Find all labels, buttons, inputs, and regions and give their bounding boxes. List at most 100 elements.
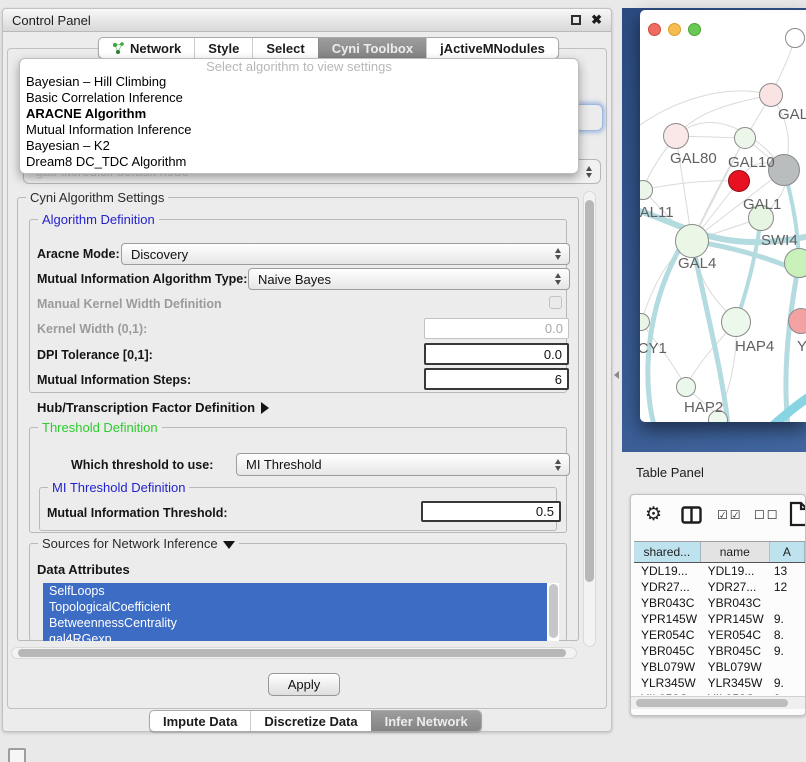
network-node-bright-green[interactable] (784, 248, 806, 278)
dropdown-item[interactable]: Mutual Information Inference (20, 122, 578, 138)
mi-steps-label: Mutual Information Steps: (37, 373, 191, 387)
aracne-mode-label: Aracne Mode: (37, 247, 120, 261)
table-hscrollbar[interactable] (631, 696, 805, 709)
network-node-gal80[interactable] (663, 123, 689, 149)
settings-vscrollbar[interactable] (583, 191, 596, 647)
table-row[interactable]: YER054C YER054C 8. (634, 627, 805, 643)
network-node-gal10[interactable] (734, 127, 756, 149)
sources-group-toggle[interactable]: Sources for Network Inference (38, 536, 239, 551)
close-icon[interactable]: ✖ (591, 15, 602, 25)
tab-label: Infer Network (385, 714, 468, 729)
tab-network[interactable]: Network (99, 38, 194, 58)
network-node-hap4[interactable] (721, 307, 751, 337)
dropdown-item[interactable]: Dream8 DC_TDC Algorithm (20, 154, 578, 170)
table-cell: YDR27... (701, 579, 770, 595)
dropdown-item[interactable]: Basic Correlation Inference (20, 90, 578, 106)
dpi-tolerance-field[interactable] (424, 343, 569, 365)
zoom-traffic-icon[interactable] (688, 23, 701, 36)
select-all-checkboxes-icon[interactable]: ☑☑ (717, 508, 743, 522)
aracne-mode-combobox[interactable]: Discovery (121, 243, 570, 265)
tab-impute-data[interactable]: Impute Data (150, 711, 250, 731)
stepper-icon (550, 273, 565, 285)
settings-hscrollbar[interactable] (11, 647, 577, 659)
float-window-icon[interactable] (571, 15, 581, 25)
deselect-all-checkboxes-icon[interactable]: ☐☐ (754, 508, 780, 522)
tab-label: Network (130, 41, 181, 56)
tab-jactivemnodules[interactable]: jActiveMNodules (426, 38, 558, 58)
control-panel-window: Control Panel ✖ galFiltered.sif default … (2, 8, 612, 732)
combobox-value: MI Threshold (237, 457, 550, 472)
apply-button[interactable]: Apply (268, 673, 340, 696)
settings-hscrollbar-thumb[interactable] (18, 649, 566, 657)
table-cell: YBR043C (634, 595, 701, 611)
table-row[interactable]: YLR345W YLR345W 9. (634, 675, 805, 691)
table-row[interactable]: YIL052C YIL052C 9 (634, 691, 805, 695)
network-node-gal1-selected[interactable] (728, 170, 750, 192)
focused-combobox-fragment[interactable] (575, 104, 603, 131)
attribute-item-selected[interactable]: SelfLoops (43, 583, 547, 599)
dropdown-item[interactable]: Bayesian – K2 (20, 138, 578, 154)
table-row[interactable]: YBR043C YBR043C (634, 595, 805, 611)
dropdown-hint: Select algorithm to view settings (20, 59, 578, 74)
column-header-partial[interactable]: A (770, 542, 805, 562)
table-header-row: shared... name A (634, 541, 805, 563)
table-cell: 9 (770, 691, 805, 695)
control-panel-titlebar: Control Panel ✖ (3, 9, 611, 32)
network-node-hap2[interactable] (676, 377, 696, 397)
manual-kernel-checkbox[interactable] (549, 296, 562, 309)
dpi-tolerance-label: DPI Tolerance [0,1]: (37, 348, 153, 362)
table-row[interactable]: YBR045C YBR045C 9. (634, 643, 805, 659)
mi-type-combobox[interactable]: Naive Bayes (248, 268, 570, 290)
expand-right-icon (261, 402, 269, 414)
which-threshold-combobox[interactable]: MI Threshold (236, 453, 570, 476)
close-traffic-icon[interactable] (648, 23, 661, 36)
collapse-down-icon (223, 541, 235, 549)
tab-cyni-toolbox[interactable]: Cyni Toolbox (318, 38, 426, 58)
column-header-name[interactable]: name (701, 542, 770, 562)
table-hscrollbar-thumb[interactable] (636, 699, 788, 707)
table-row[interactable]: YDL19... YDL19... 13 (634, 563, 805, 579)
attribute-item-selected[interactable]: gal4RGexp (43, 631, 547, 641)
node-label: SWI4 (761, 232, 798, 249)
dropdown-item[interactable]: Bayesian – Hill Climbing (20, 74, 578, 90)
table-row[interactable]: YBL079W YBL079W (634, 659, 805, 675)
attribute-item-selected[interactable]: BetweennessCentrality (43, 615, 547, 631)
tab-label: Impute Data (163, 714, 237, 729)
table-cell: YLR345W (701, 675, 770, 691)
tab-infer-network[interactable]: Infer Network (371, 711, 481, 731)
stepper-icon (550, 248, 565, 260)
mi-threshold-field[interactable] (421, 501, 561, 522)
hub-definition-toggle[interactable]: Hub/Transcription Factor Definition (37, 400, 269, 415)
dropdown-item-selected[interactable]: ARACNE Algorithm (20, 106, 578, 122)
tab-style[interactable]: Style (194, 38, 252, 58)
hub-definition-label: Hub/Transcription Factor Definition (37, 400, 255, 415)
page-icon[interactable] (789, 501, 806, 527)
column-header-shared-name[interactable]: shared... (634, 542, 701, 562)
table-cell: 9. (770, 611, 805, 627)
kernel-width-field[interactable] (424, 318, 569, 339)
table-cell: 9. (770, 675, 805, 691)
network-node[interactable] (759, 83, 783, 107)
columns-icon[interactable] (681, 506, 702, 524)
table-panel-window: ⚙ ☑☑ ☐☐ shared... name A YDL19... YDL19.… (630, 494, 806, 716)
algorithm-dropdown-popup: Select algorithm to view settings Bayesi… (19, 58, 579, 174)
tab-label: jActiveMNodules (440, 41, 545, 56)
table-row[interactable]: YPR145W YPR145W 9. (634, 611, 805, 627)
table-row[interactable]: YDR27... YDR27... 12 (634, 579, 805, 595)
table-cell: YPR145W (634, 611, 701, 627)
settings-vscrollbar-thumb[interactable] (585, 200, 594, 582)
gear-icon[interactable]: ⚙ (645, 503, 662, 526)
minimize-traffic-icon[interactable] (668, 23, 681, 36)
mi-steps-field[interactable] (424, 368, 569, 390)
table-panel-title: Table Panel (636, 465, 704, 480)
network-node[interactable] (785, 28, 805, 48)
table-cell: YPR145W (701, 611, 770, 627)
tab-discretize-data[interactable]: Discretize Data (250, 711, 370, 731)
tab-select[interactable]: Select (252, 38, 317, 58)
list-scrollbar[interactable] (549, 584, 558, 638)
table-cell: YDR27... (634, 579, 701, 595)
network-node-gal4[interactable] (675, 224, 709, 258)
collapsed-panel-icon[interactable] (8, 748, 26, 762)
attribute-item-selected[interactable]: TopologicalCoefficient (43, 599, 547, 615)
panel-splitter-arrow-icon[interactable] (614, 371, 619, 379)
